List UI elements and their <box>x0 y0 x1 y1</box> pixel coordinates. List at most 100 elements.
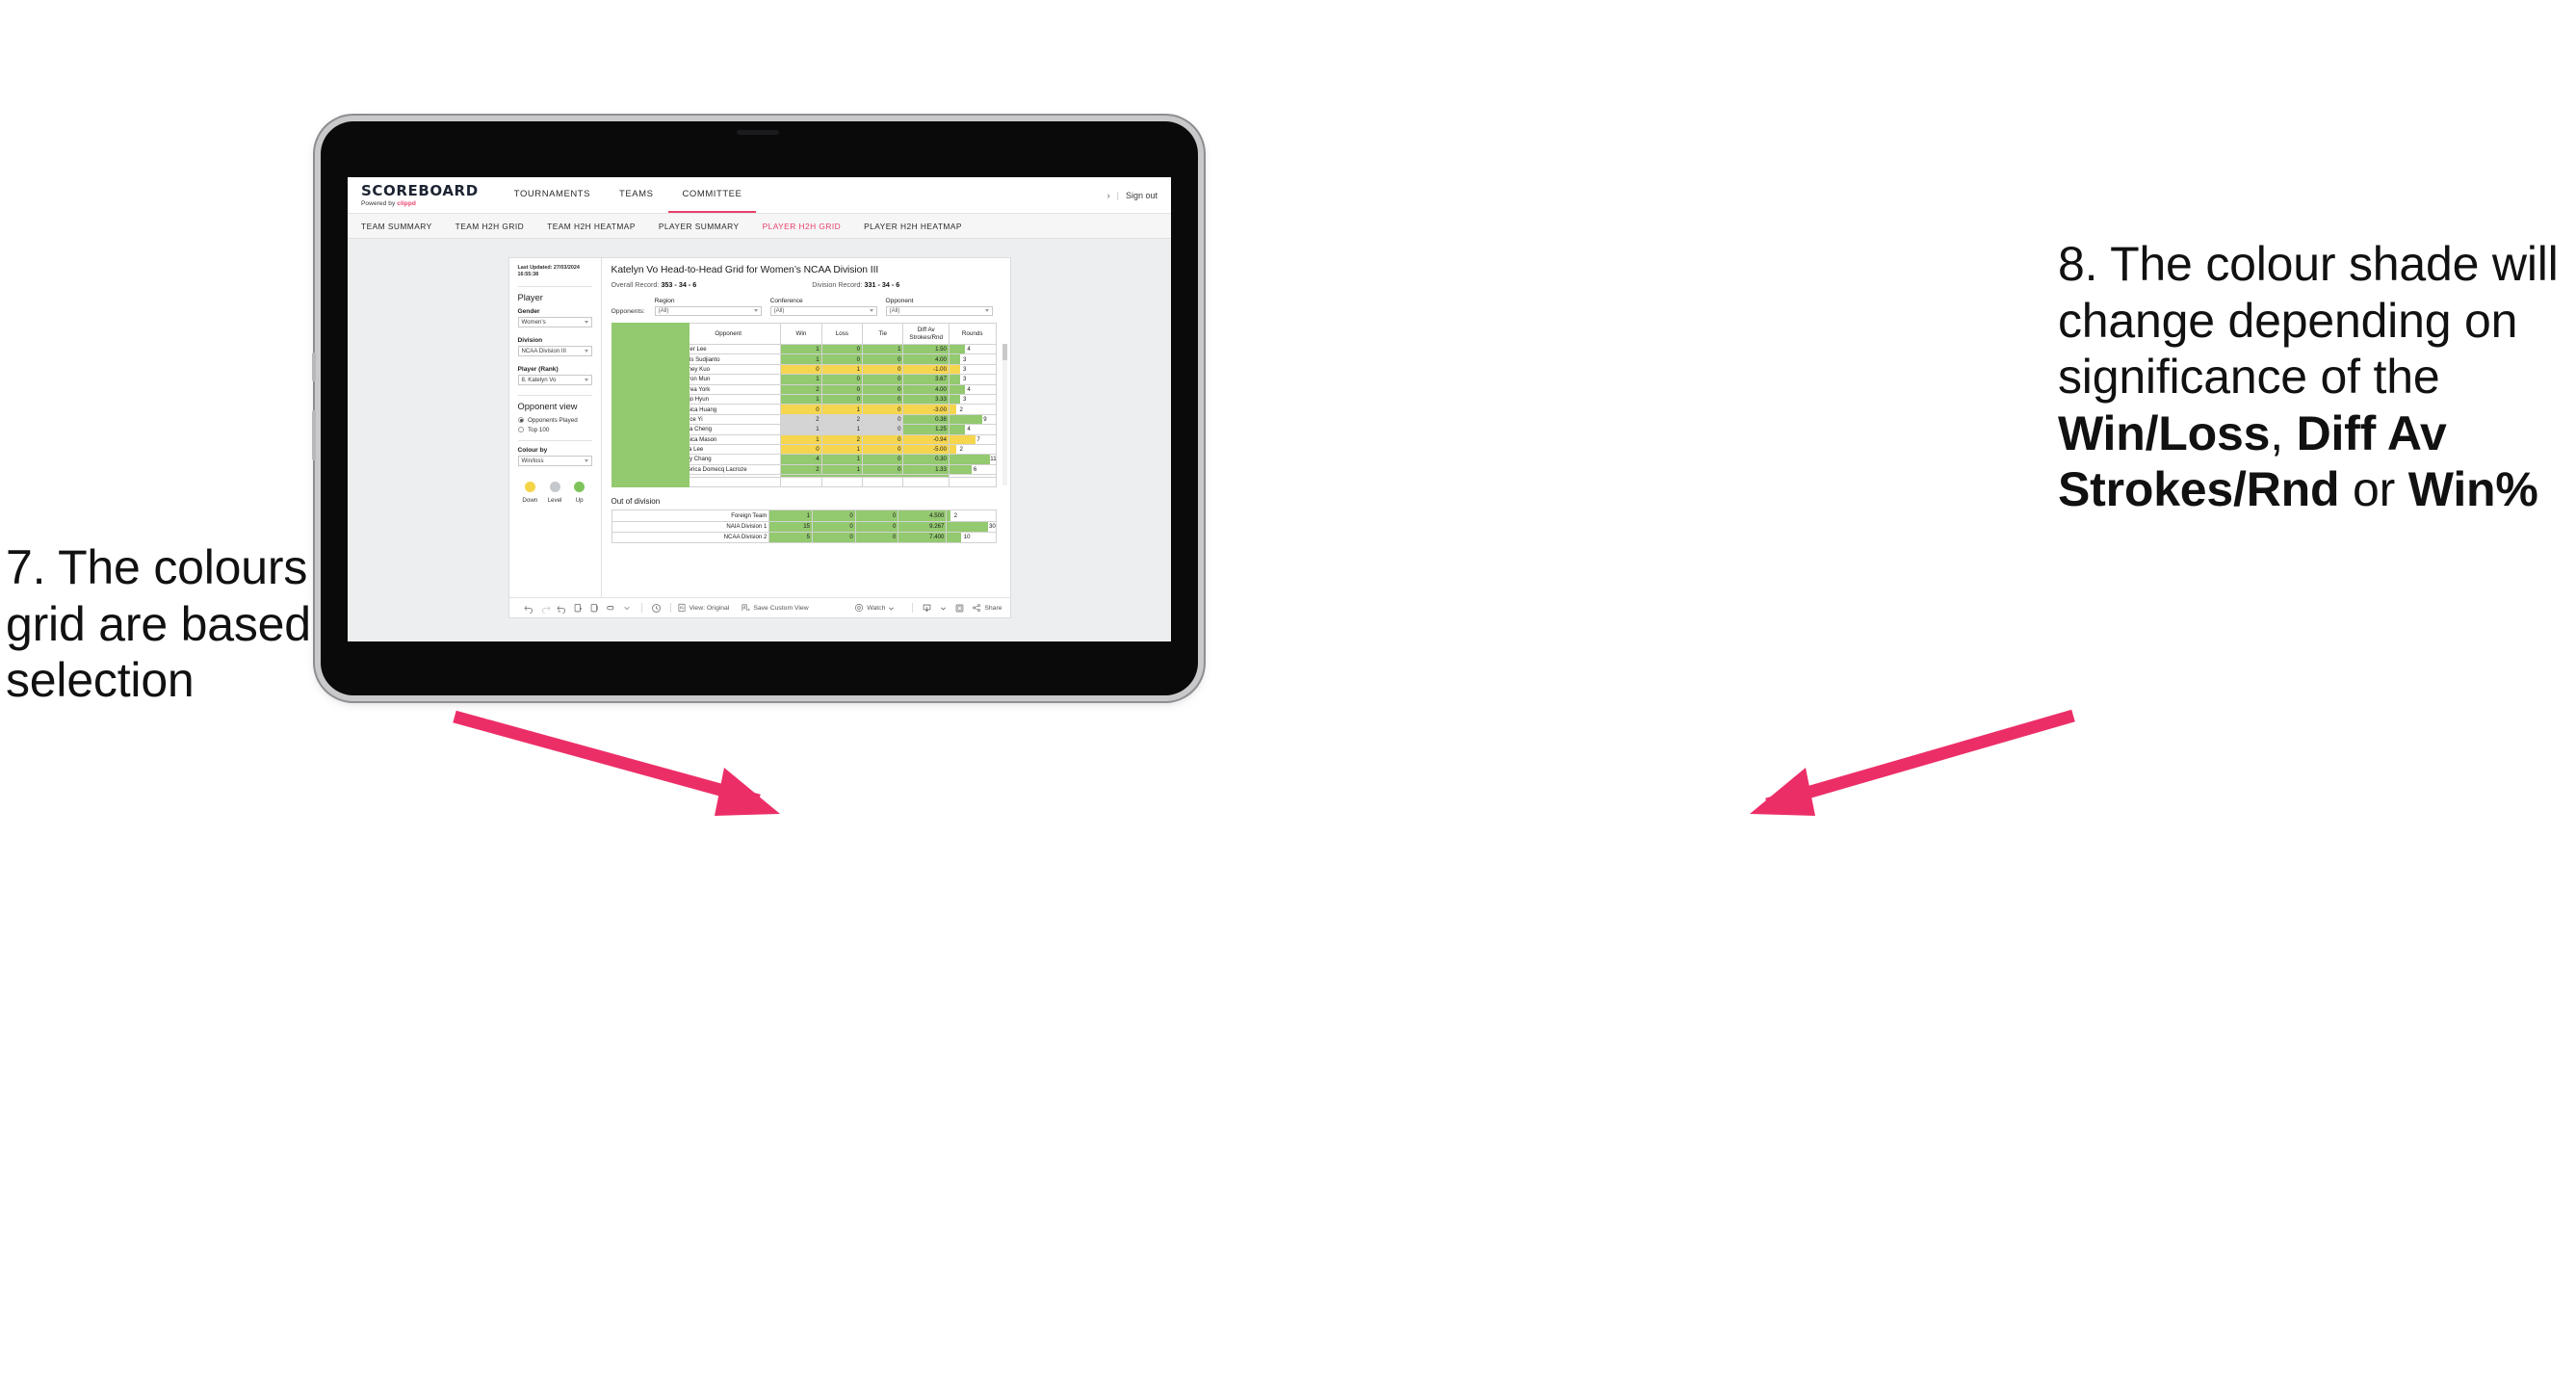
cell-win[interactable]: 0 <box>780 443 822 456</box>
cell-diff[interactable]: -1.00 <box>902 363 950 376</box>
cell-ood-tie[interactable]: 0 <box>854 510 899 522</box>
chevron-right-icon[interactable]: › <box>1107 191 1110 200</box>
cell-loss[interactable]: 2 <box>820 413 864 426</box>
cell-rounds[interactable]: 9 <box>948 413 997 426</box>
redo-icon[interactable] <box>537 603 554 614</box>
cell-ood-name[interactable]: NCAA Division 2 <box>611 531 770 544</box>
save-custom-view-button[interactable]: Save Custom View <box>741 603 809 613</box>
cell-ood-diff[interactable]: 9.267 <box>898 520 948 533</box>
pause-icon[interactable] <box>586 603 603 614</box>
radio-top-100[interactable]: Top 100 <box>517 427 592 433</box>
cell-opponent[interactable]: Sydney Kuo <box>675 363 782 376</box>
cell-diff[interactable]: 0.38 <box>902 413 950 426</box>
out-of-division-row[interactable]: NCAA Division 2 5 0 0 7.400 10 <box>611 531 997 544</box>
cell-rounds[interactable]: 2 <box>948 404 997 415</box>
chevron-down-icon[interactable] <box>935 605 951 612</box>
cell-tie[interactable]: 0 <box>862 383 904 395</box>
cell-opponent[interactable]: Emily Chang <box>675 454 782 465</box>
cell-loss[interactable]: 1 <box>820 443 864 456</box>
cell-rounds[interactable]: 3 <box>948 353 997 365</box>
cell-win[interactable]: 1 <box>780 424 822 435</box>
cell-win[interactable]: 1 <box>780 433 822 445</box>
cell-tie[interactable]: 0 <box>862 413 904 426</box>
brand-logo[interactable]: SCOREBOARD Powered by clippd <box>348 177 488 213</box>
subnav-item-team-h2h-grid[interactable]: TEAM H2H GRID <box>455 222 537 231</box>
cell-ood-loss[interactable]: 0 <box>812 531 856 544</box>
cell-ood-name[interactable]: NAIA Division 1 <box>611 520 770 533</box>
cell-win[interactable]: 1 <box>780 353 822 365</box>
cell-win[interactable]: 0 <box>780 404 822 415</box>
col-loss[interactable]: Loss <box>820 323 864 345</box>
cell-ood-rounds[interactable]: 2 <box>946 510 997 522</box>
history-icon[interactable] <box>648 603 664 614</box>
cell-diff[interactable]: 1.33 <box>902 463 950 476</box>
filter-opponent-select[interactable]: (All) <box>885 305 993 316</box>
cell-loss[interactable]: 1 <box>820 363 864 376</box>
cell-opponent[interactable]: Sharon Mun <box>675 374 782 385</box>
player-rank-select[interactable]: 8. Katelyn Vo <box>517 374 592 385</box>
cell-opponent[interactable]: Stella Cheng <box>675 424 782 435</box>
cell-opponent[interactable]: Euna Lee <box>675 443 782 456</box>
cell-ood-win[interactable]: 5 <box>768 531 814 544</box>
cell-diff[interactable]: -3.00 <box>902 404 950 415</box>
watch-button[interactable]: Watch <box>854 603 895 613</box>
grid-scrollbar-thumb[interactable] <box>1002 344 1007 360</box>
cell-ood-name[interactable]: Foreign Team <box>611 510 770 522</box>
cell-win[interactable]: 1 <box>780 393 822 405</box>
cell-ood-loss[interactable]: 0 <box>812 520 856 533</box>
cell-diff[interactable]: -0.94 <box>902 433 950 445</box>
cell-ood-loss[interactable]: 0 <box>812 510 856 522</box>
subnav-item-player-h2h-grid[interactable]: PLAYER H2H GRID <box>763 222 855 231</box>
fullscreen-icon[interactable] <box>951 603 968 614</box>
cell-tie[interactable]: 0 <box>862 393 904 405</box>
cell-rounds[interactable]: 4 <box>948 424 997 435</box>
out-of-division-row[interactable]: NAIA Division 1 15 0 0 9.267 30 <box>611 520 997 533</box>
cell-rounds[interactable]: 4 <box>948 343 997 355</box>
radio-opponents-played[interactable]: Opponents Played <box>517 417 592 424</box>
cell-diff[interactable]: 4.00 <box>902 383 950 395</box>
download-icon[interactable] <box>919 603 935 614</box>
filter-region-select[interactable]: (All) <box>654 305 762 316</box>
subnav-item-team-summary[interactable]: TEAM SUMMARY <box>361 222 446 231</box>
nav-item-teams[interactable]: TEAMS <box>605 177 667 213</box>
nav-item-committee[interactable]: COMMITTEE <box>667 177 757 213</box>
cell-win[interactable]: 1 <box>780 343 822 355</box>
cell-diff[interactable]: -5.00 <box>902 443 950 456</box>
col-tie[interactable]: Tie <box>862 323 904 345</box>
out-of-division-row[interactable]: Foreign Team 1 0 0 4.500 2 <box>611 510 997 522</box>
cell-loss[interactable]: 0 <box>820 374 864 385</box>
cell-win[interactable]: 4 <box>780 454 822 465</box>
cell-loss[interactable]: 0 <box>820 353 864 365</box>
cell-win[interactable]: 2 <box>780 463 822 476</box>
cell-opponent[interactable]: Andrea York <box>675 383 782 395</box>
col-win[interactable]: Win <box>780 323 822 345</box>
cell-tie[interactable]: 1 <box>862 343 904 355</box>
col-rounds[interactable]: Rounds <box>948 323 997 345</box>
sign-out-link[interactable]: Sign out <box>1126 191 1158 200</box>
cell-opponent[interactable]: Heejo Hyun <box>675 393 782 405</box>
undo-icon[interactable] <box>521 603 537 614</box>
cell-win[interactable]: 0 <box>780 363 822 376</box>
cell-opponent[interactable]: Federica Domecq Lacroze <box>675 463 782 476</box>
cell-diff[interactable]: 1.50 <box>902 343 950 355</box>
cell-ood-tie[interactable]: 0 <box>854 520 899 533</box>
highlight-icon[interactable] <box>603 603 619 614</box>
col-opponent[interactable]: Opponent <box>675 323 782 345</box>
cell-opponent[interactable]: Jessica Mason <box>675 433 782 445</box>
cell-loss[interactable]: 0 <box>820 383 864 395</box>
subnav-item-player-h2h-heatmap[interactable]: PLAYER H2H HEATMAP <box>864 222 976 231</box>
cell-tie[interactable]: 0 <box>862 374 904 385</box>
cell-ood-diff[interactable]: 7.400 <box>898 531 948 544</box>
cell-diff[interactable]: 0.30 <box>902 454 950 465</box>
cell-win[interactable]: 2 <box>780 383 822 395</box>
cell-diff[interactable]: 3.33 <box>902 393 950 405</box>
cell-opponent[interactable]: Alexis Sudjianto <box>675 353 782 365</box>
cell-rounds[interactable]: 3 <box>948 363 997 376</box>
filter-conference-select[interactable]: (All) <box>769 305 877 316</box>
chevron-down-icon[interactable] <box>619 604 636 612</box>
cell-win[interactable]: 2 <box>780 413 822 426</box>
cell-tie[interactable]: 0 <box>862 433 904 445</box>
cell-ood-rounds[interactable]: 10 <box>946 531 997 544</box>
cell-loss[interactable]: 2 <box>820 433 864 445</box>
cell-tie[interactable]: 0 <box>862 463 904 476</box>
